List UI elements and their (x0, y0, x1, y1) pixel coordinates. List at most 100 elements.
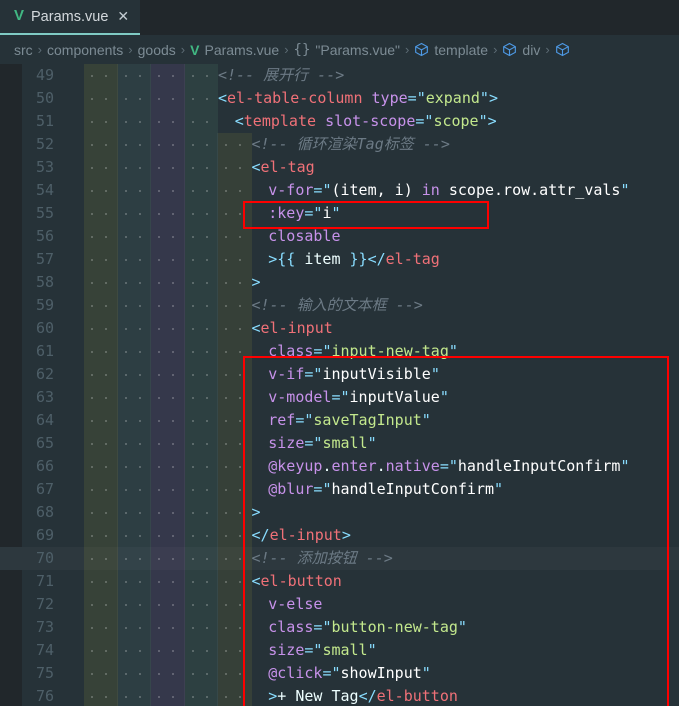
line-number: 58 (35, 273, 54, 291)
breadcrumb-item-div[interactable]: div (502, 42, 540, 58)
indent-guides (84, 501, 252, 524)
code-line[interactable]: 59 <!-- 输入的文本框 --> (0, 294, 679, 317)
code-line[interactable]: 72 v-else (0, 593, 679, 616)
tab-params-vue[interactable]: V Params.vue ✕ (0, 0, 141, 35)
line-number: 55 (35, 204, 54, 222)
code-line[interactable]: 58 > (0, 271, 679, 294)
code-text: >{{ item }}</el-tag (268, 248, 440, 271)
code-token: native (385, 457, 440, 475)
code-line[interactable]: 64 ref="saveTagInput" (0, 409, 679, 432)
code-line[interactable]: 76 >+ New Tag</el-button (0, 685, 679, 706)
breadcrumb-item-components[interactable]: components (47, 42, 123, 58)
indent-guide (117, 248, 151, 271)
indent-guide (151, 294, 185, 317)
indent-guide (117, 202, 151, 225)
code-token: > (487, 112, 497, 130)
indent-guide (117, 478, 151, 501)
code-line[interactable]: 62 v-if="inputVisible" (0, 363, 679, 386)
breadcrumb-label: src (14, 41, 33, 58)
code-line[interactable]: 70 <!-- 添加按钮 --> (0, 547, 679, 570)
code-line[interactable]: 66 @keyup.enter.native="handleInputConfir… (0, 455, 679, 478)
indent-guide (218, 294, 252, 317)
code-token: (item, i) (331, 181, 422, 199)
line-number: 74 (35, 641, 54, 659)
breadcrumb-item-src[interactable]: src (14, 42, 33, 58)
code-line[interactable]: 49 <!-- 展开行 --> (0, 64, 679, 87)
code-line[interactable]: 63 v-model="inputValue" (0, 386, 679, 409)
code-token: > (488, 89, 498, 107)
code-line[interactable]: 67 @blur="handleInputConfirm" (0, 478, 679, 501)
code-line[interactable]: 71 <el-button (0, 570, 679, 593)
indent-guide (151, 478, 185, 501)
code-text: <el-button (252, 570, 342, 593)
code-line[interactable]: 54 v-for="(item, i) in scope.row.attr_val… (0, 179, 679, 202)
code-token: closable (268, 227, 341, 245)
indent-guide (218, 225, 252, 248)
breadcrumb-label: "Params.vue" (315, 41, 401, 58)
indent-guide (151, 501, 185, 524)
indent-guide (84, 662, 118, 685)
code-line[interactable]: 56 closable (0, 225, 679, 248)
code-line[interactable]: 61 class="input-new-tag" (0, 340, 679, 363)
code-token: = (407, 89, 417, 107)
code-line[interactable]: 69 </el-input> (0, 524, 679, 547)
code-text: > (252, 271, 261, 294)
breadcrumb-item-truncated[interactable] (555, 42, 575, 57)
code-token: " (331, 204, 341, 222)
code-line[interactable]: 74 size="small" (0, 639, 679, 662)
code-line[interactable]: 75 @click="showInput" (0, 662, 679, 685)
code-line[interactable]: 57 >{{ item }}</el-tag (0, 248, 679, 271)
line-number: 66 (35, 457, 54, 475)
code-line[interactable]: 60 <el-input (0, 317, 679, 340)
code-token: > (268, 250, 278, 268)
breadcrumb-item-symbol-file[interactable]: {} "Params.vue" (294, 42, 401, 58)
breadcrumb-item-params-vue[interactable]: V Params.vue (190, 42, 279, 58)
indent-guide (218, 616, 252, 639)
code-editor[interactable]: 49 <!-- 展开行 --> 50 <el-table-column type="e… (0, 64, 679, 706)
code-token: }} (349, 250, 368, 268)
indent-guides (84, 478, 252, 501)
code-line[interactable]: 52 <!-- 循环渲染Tag标签 --> (0, 133, 679, 156)
indent-guide (218, 501, 252, 524)
indent-guide (151, 156, 185, 179)
breadcrumb-separator-icon: › (128, 42, 133, 57)
close-icon[interactable]: ✕ (117, 8, 129, 25)
line-number: 75 (35, 664, 54, 682)
line-number: 76 (35, 687, 54, 705)
code-line[interactable]: 51 <template slot-scope="scope"> (0, 110, 679, 133)
code-line[interactable]: 73 class="button-new-tag" (0, 616, 679, 639)
code-token: v-model (268, 388, 332, 406)
breadcrumb: src › components › goods › V Params.vue … (0, 35, 679, 64)
code-token: v-if (268, 365, 305, 383)
code-token: el-input (269, 526, 342, 544)
code-line[interactable]: 65 size="small" (0, 432, 679, 455)
breadcrumb-item-goods[interactable]: goods (138, 42, 176, 58)
code-token: " (620, 181, 630, 199)
breadcrumb-label: template (434, 41, 489, 58)
line-number: 53 (35, 158, 54, 176)
line-number: 72 (35, 595, 54, 613)
indent-guide (218, 662, 252, 685)
code-token: " (479, 89, 489, 107)
indent-guide (184, 409, 218, 432)
code-line[interactable]: 50 <el-table-column type="expand"> (0, 87, 679, 110)
indent-guide (117, 570, 151, 593)
indent-guides (84, 271, 252, 294)
breadcrumb-separator-icon: › (405, 42, 410, 57)
indent-guide (218, 524, 252, 547)
breadcrumb-item-template[interactable]: template (414, 42, 488, 58)
code-line[interactable]: 68 > (0, 501, 679, 524)
code-token: " (448, 342, 458, 360)
code-text: v-for="(item, i) in scope.row.attr_vals" (268, 179, 629, 202)
code-text: @keyup.enter.native="handleInputConfirm" (268, 455, 629, 478)
code-text: :key="i" (268, 202, 340, 225)
code-line[interactable]: 53 <el-tag (0, 156, 679, 179)
indent-guide (84, 179, 118, 202)
code-token: size (268, 434, 305, 452)
code-token: ref (268, 411, 296, 429)
code-token: " (340, 388, 350, 406)
code-text: <el-tag (252, 156, 315, 179)
indent-guides (84, 340, 252, 363)
code-line[interactable]: 55 :key="i" (0, 202, 679, 225)
